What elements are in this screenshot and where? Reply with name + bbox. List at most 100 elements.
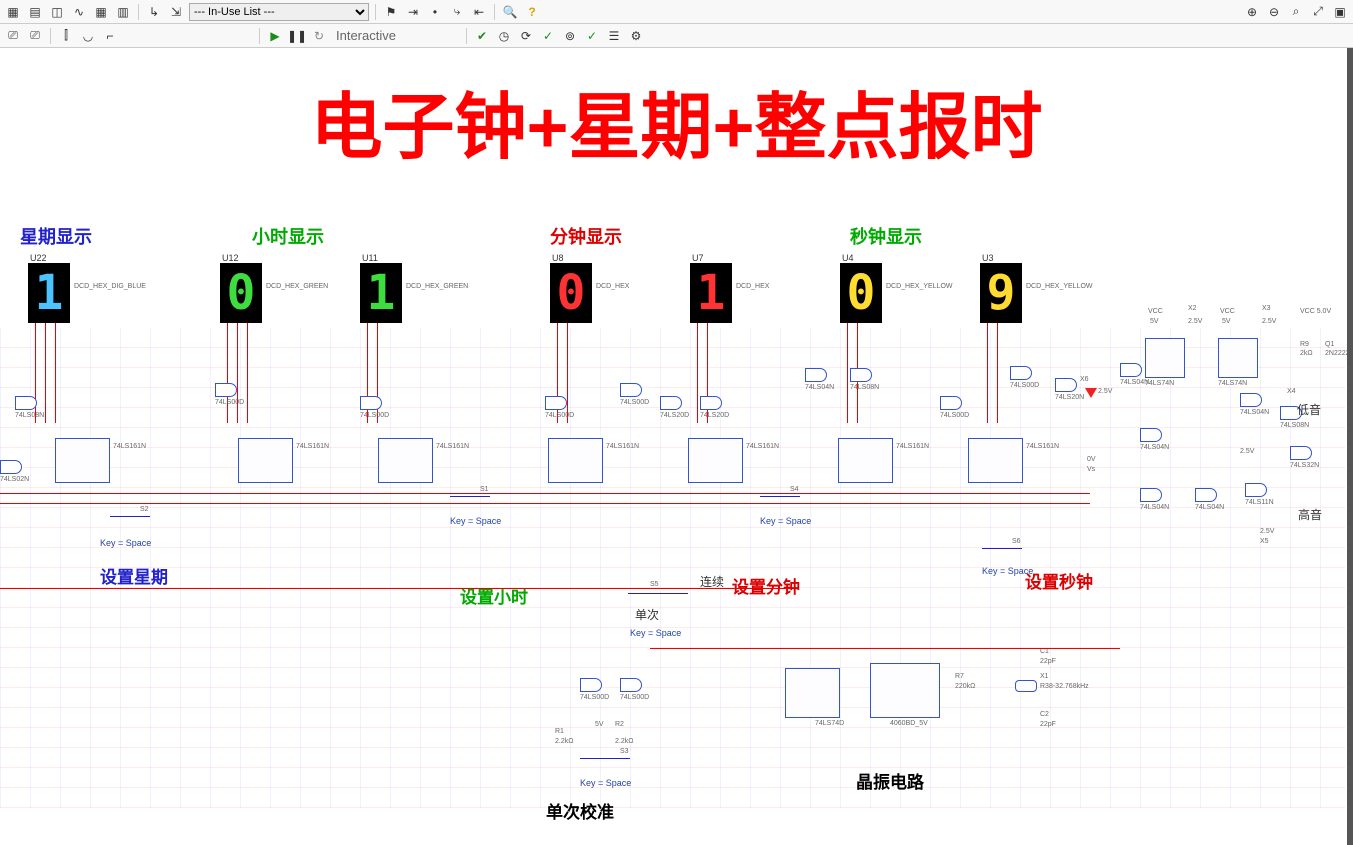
display-u22: 1 — [28, 263, 70, 323]
chip-u30a[interactable] — [1145, 338, 1185, 378]
list-icon[interactable]: ☰ — [605, 27, 623, 45]
pause-button[interactable]: ❚❚ — [288, 27, 306, 45]
gate-u10a[interactable] — [940, 396, 962, 410]
zoom-out-icon[interactable]: ⊖ — [1265, 3, 1283, 21]
label-crystal: 晶振电路 — [856, 768, 924, 793]
u7-part: DCD_HEX — [736, 283, 769, 290]
chip-u6[interactable] — [968, 438, 1023, 483]
tool-bullet-icon[interactable]: • — [426, 3, 444, 21]
u20b-part: 74LS20D — [660, 412, 689, 419]
zoom-in-icon[interactable]: ⊕ — [1243, 3, 1261, 21]
run-button[interactable]: ▶ — [266, 27, 284, 45]
chip-u5[interactable] — [838, 438, 893, 483]
probe2-icon[interactable]: ◡ — [79, 27, 97, 45]
tool-table-icon[interactable]: ▥ — [114, 3, 132, 21]
tool-grid1-icon[interactable]: ▦ — [4, 3, 22, 21]
crystal-x1[interactable] — [1015, 680, 1037, 692]
tool-grid3-icon[interactable]: ◫ — [48, 3, 66, 21]
chip-u2[interactable] — [378, 438, 433, 483]
probe3-icon[interactable]: ⌐ — [101, 27, 119, 45]
display-u8: 0 — [550, 263, 592, 323]
zoom-sheet-icon[interactable]: ▣ — [1331, 3, 1349, 21]
chip-u15[interactable] — [688, 438, 743, 483]
u16a-part: 74LS08N — [15, 412, 44, 419]
agenda-icon[interactable]: ◷ — [495, 27, 513, 45]
gate-u18a[interactable] — [0, 460, 22, 474]
gate-u35a[interactable] — [1245, 483, 1267, 497]
u29b-part: 74LS00D — [620, 694, 649, 701]
tool-grid4-icon[interactable]: ▦ — [92, 3, 110, 21]
gate-u31a[interactable] — [1055, 378, 1077, 392]
in-use-list-select[interactable]: --- In-Use List --- — [189, 3, 369, 21]
gate-u34b[interactable] — [850, 368, 872, 382]
tool-step-over-icon[interactable]: ⤷ — [448, 3, 466, 21]
gate-u26b[interactable] — [215, 383, 237, 397]
u5-part: 74LS161N — [896, 443, 929, 450]
chip-u1[interactable] — [238, 438, 293, 483]
x3-volt: 2.5V — [1262, 318, 1276, 325]
gate-u33a[interactable] — [1010, 366, 1032, 380]
chip-u17[interactable] — [55, 438, 110, 483]
display-u11: 1 — [360, 263, 402, 323]
u13-part: 74LS161N — [606, 443, 639, 450]
zoom-region-icon[interactable]: ⌕ — [1287, 3, 1305, 21]
tool-grid2-icon[interactable]: ▤ — [26, 3, 44, 21]
gate-u36d[interactable] — [1195, 488, 1217, 502]
u11-ref: U11 — [362, 253, 378, 263]
label-set-hour: 设置小时 — [460, 583, 528, 608]
u39a-part: 74LS08N — [1280, 422, 1309, 429]
separator — [50, 28, 51, 44]
tool-step-out-icon[interactable]: ⇤ — [470, 3, 488, 21]
tool-step-in-icon[interactable]: ⇥ — [404, 3, 422, 21]
gate-u9a[interactable] — [700, 396, 722, 410]
tool-wave-icon[interactable]: ∿ — [70, 3, 88, 21]
tool-tree-icon[interactable]: ⇲ — [167, 3, 185, 21]
check2-icon[interactable]: ✓ — [539, 27, 557, 45]
settings-icon[interactable]: ⚙ — [627, 27, 645, 45]
chip-u23a[interactable] — [1218, 338, 1258, 378]
tool-search-icon[interactable]: 🔍 — [501, 3, 519, 21]
chip-4060[interactable] — [870, 663, 940, 718]
gate-u38d[interactable] — [1240, 393, 1262, 407]
capture1-icon[interactable]: ⎚ — [4, 27, 22, 45]
toolbar-1-right: ⊕ ⊖ ⌕ ⤢ ▣ — [1243, 3, 1349, 21]
chip-u32a[interactable] — [785, 668, 840, 718]
gate-u23b[interactable] — [580, 678, 602, 692]
chip-u13[interactable] — [548, 438, 603, 483]
schematic-canvas[interactable]: 电子钟+星期+整点报时 星期显示 小时显示 分钟显示 秒钟显示 U22 1 DC… — [0, 48, 1353, 845]
zoom-fit-icon[interactable]: ⤢ — [1309, 3, 1327, 21]
s3-key: Key = Space — [580, 778, 631, 788]
gate-u20b[interactable] — [660, 396, 682, 410]
r7v: 220kΩ — [955, 683, 975, 690]
gate-u31d[interactable] — [1120, 363, 1142, 377]
gate-u40d[interactable] — [1140, 488, 1162, 502]
wire — [697, 323, 698, 423]
v5a: 5V — [1150, 318, 1159, 325]
tool-branch-icon[interactable]: ↳ — [145, 3, 163, 21]
x6-ref: X6 — [1080, 376, 1089, 383]
gate-u19a[interactable] — [620, 383, 642, 397]
schematic-title: 电子钟+星期+整点报时 — [310, 68, 1042, 173]
display-u7: 1 — [690, 263, 732, 323]
step-button[interactable]: ↻ — [310, 27, 328, 45]
gate-u37a[interactable] — [1290, 446, 1312, 460]
s3-ref: S3 — [620, 748, 629, 755]
bus2 — [0, 503, 1090, 504]
gate-u27d[interactable] — [805, 368, 827, 382]
s5-ref: S5 — [650, 581, 659, 588]
gate-u21b[interactable] — [360, 396, 382, 410]
c1v: 22pF — [1040, 658, 1056, 665]
refresh-icon[interactable]: ⟳ — [517, 27, 535, 45]
check3-icon[interactable]: ✓ — [583, 27, 601, 45]
tool-marker-icon[interactable]: ⚑ — [382, 3, 400, 21]
gate-u16a[interactable] — [15, 396, 37, 410]
tool-help-icon[interactable]: ? — [523, 3, 541, 21]
capture2-icon[interactable]: ⎚ — [26, 27, 44, 45]
gate-u34d[interactable] — [1140, 428, 1162, 442]
probe1-icon[interactable]: ⫿ — [57, 27, 75, 45]
check1-icon[interactable]: ✔ — [473, 27, 491, 45]
gate-u29b[interactable] — [620, 678, 642, 692]
gate-u18b[interactable] — [545, 396, 567, 410]
s6-ref: S6 — [1012, 538, 1021, 545]
scope-icon[interactable]: ⊚ — [561, 27, 579, 45]
